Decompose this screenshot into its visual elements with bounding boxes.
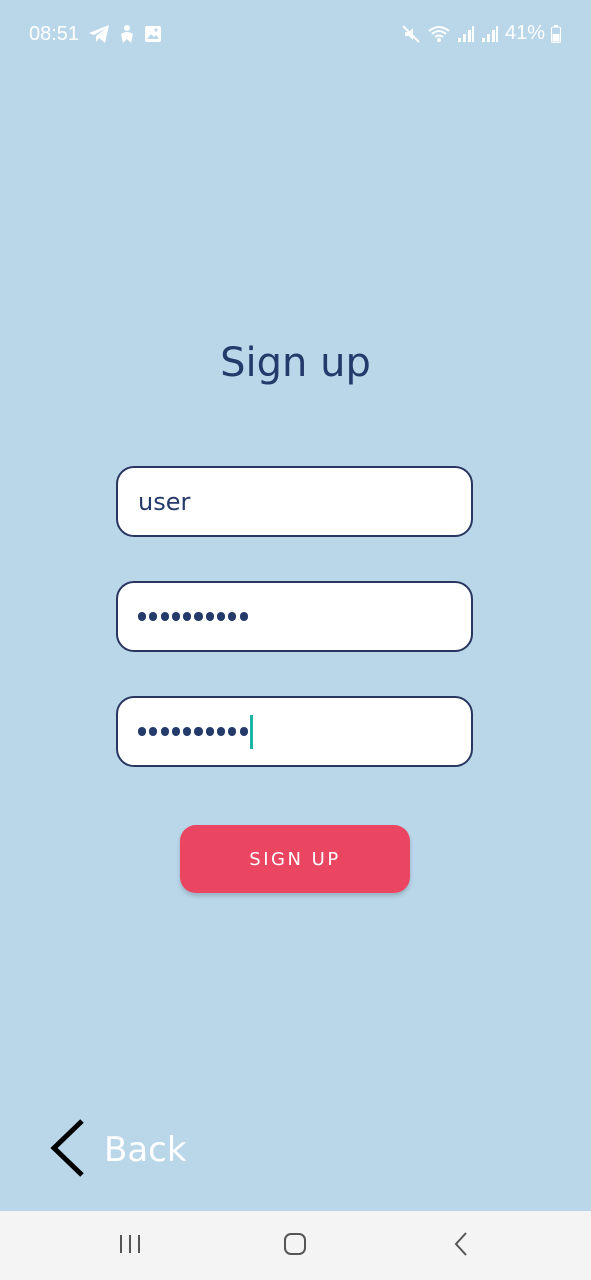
home-button[interactable] (275, 1229, 315, 1263)
mask-dot (138, 727, 147, 736)
recents-icon (118, 1233, 142, 1259)
system-back-button[interactable] (441, 1229, 481, 1263)
page-title: Sign up (220, 340, 371, 386)
text-caret (249, 714, 253, 749)
mask-dot (216, 612, 226, 621)
back-icon (453, 1231, 469, 1261)
mask-dot (171, 727, 181, 736)
mask-dot (239, 612, 248, 621)
battery-icon (551, 24, 561, 43)
telegram-icon (88, 24, 110, 50)
mask-dot (171, 612, 181, 621)
wifi-icon (427, 24, 451, 44)
home-icon (283, 1232, 307, 1260)
chevron-left-icon (46, 1117, 86, 1183)
confirm-password-input[interactable] (116, 696, 473, 767)
sign-up-button[interactable]: SIGN UP (180, 825, 410, 893)
recents-button[interactable] (110, 1229, 150, 1263)
mask-dot (216, 727, 226, 736)
mask-dot (183, 612, 192, 621)
back-button[interactable]: Back (46, 1118, 206, 1182)
mask-dot (228, 612, 237, 621)
mask-dot (228, 727, 237, 736)
status-left-icons (88, 24, 162, 50)
mask-dot (160, 612, 169, 621)
mask-dot (194, 727, 203, 736)
mask-dot (160, 727, 169, 736)
password-input[interactable] (116, 581, 473, 652)
mute-icon (401, 24, 421, 44)
username-input[interactable]: user (116, 466, 473, 537)
navigation-bar (0, 1211, 591, 1280)
sign-up-screen: 08:51 41% Sign up user SIGN UP Back (0, 0, 591, 1280)
status-right-icons: 41% (401, 22, 561, 45)
battery-percent: 41% (504, 22, 545, 44)
signal-icon (457, 25, 475, 43)
username-value: user (138, 487, 191, 516)
status-bar: 08:51 41% (0, 0, 591, 70)
mask-dot (205, 612, 214, 621)
mask-dot (149, 612, 158, 621)
gallery-icon (144, 25, 162, 49)
password-masked-value (138, 612, 248, 621)
mask-dot (183, 727, 192, 736)
accessibility-icon (118, 24, 136, 50)
confirm-password-masked-value (138, 727, 248, 736)
signal-icon (481, 25, 499, 43)
mask-dot (194, 612, 203, 621)
mask-dot (149, 727, 158, 736)
back-label: Back (104, 1130, 187, 1170)
mask-dot (239, 727, 248, 736)
mask-dot (138, 612, 147, 621)
mask-dot (205, 727, 214, 736)
status-time: 08:51 (29, 23, 80, 45)
